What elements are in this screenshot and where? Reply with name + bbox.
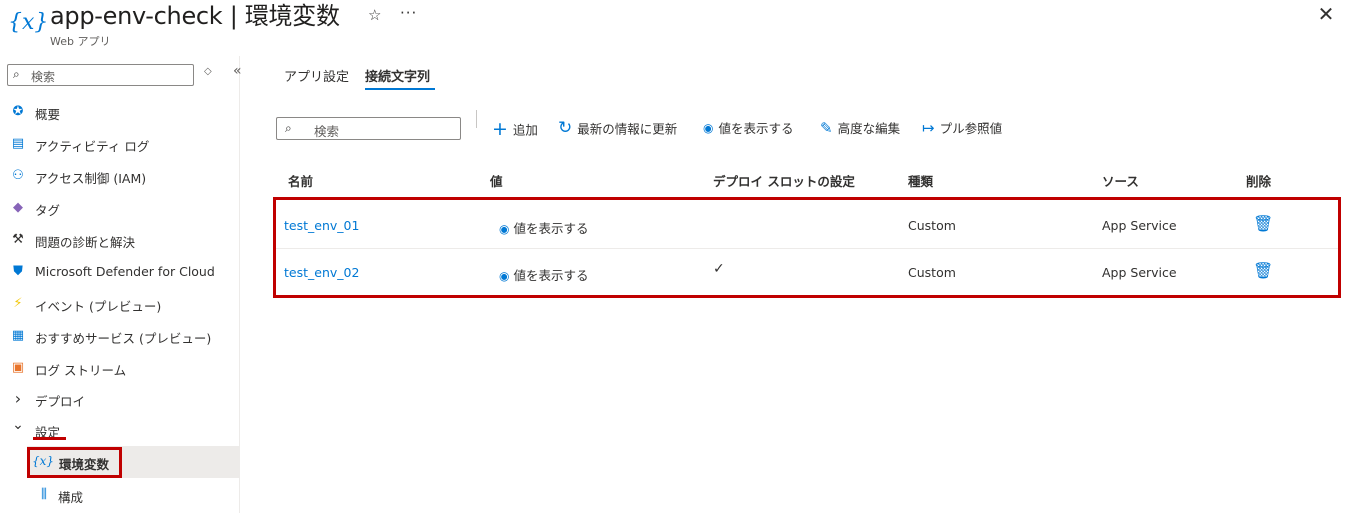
wrench-icon: ⚒ <box>12 231 24 247</box>
sidebar-item-deploy[interactable]: › デプロイ <box>0 383 240 415</box>
sidebar-search-input[interactable]: ⌕ 検索 <box>7 64 194 86</box>
sidebar-item-recommended-services[interactable]: ▦ おすすめサービス (プレビュー) <box>0 320 240 352</box>
sidebar-item-label: 問題の診断と解決 <box>35 235 136 250</box>
sort-icon[interactable]: ◇ <box>204 66 212 77</box>
pull-arrow-icon: ↦ <box>922 118 935 137</box>
sidebar-search-placeholder: 検索 <box>31 70 56 84</box>
add-button[interactable]: + 追加 <box>492 118 538 140</box>
favorite-star-icon[interactable]: ☆ <box>368 6 381 24</box>
plus-icon: + <box>492 118 508 140</box>
pull-references-button[interactable]: ↦ プル参照値 <box>922 118 1002 140</box>
tab-connection-strings[interactable]: 接続文字列 <box>365 66 430 85</box>
variable-icon: {x} <box>8 10 49 35</box>
sidebar-item-label: アクセス制御 (IAM) <box>35 171 147 186</box>
column-header-delete: 削除 <box>1246 174 1272 189</box>
pencil-icon: ✎ <box>820 118 833 137</box>
globe-icon: ✪ <box>12 103 24 119</box>
refresh-button-label: 最新の情報に更新 <box>577 121 678 137</box>
log-icon: ▤ <box>11 135 25 151</box>
sidebar-item-label: アクティビティ ログ <box>35 139 150 154</box>
sidebar-item-activity-log[interactable]: ▤ アクティビティ ログ <box>0 128 240 160</box>
advanced-edit-button-label: 高度な編集 <box>837 121 901 136</box>
sidebar-item-settings[interactable]: ⌄ 設定 <box>0 414 240 446</box>
sidebar-item-label: タグ <box>35 203 61 218</box>
sidebar-item-label: 構成 <box>58 490 84 505</box>
collapse-sidebar-icon[interactable]: « <box>233 63 242 79</box>
sidebar-item-overview[interactable]: ✪ 概要 <box>0 96 240 128</box>
sidebar-item-label: イベント (プレビュー) <box>35 299 162 314</box>
sidebar: ⌕ 検索 ◇ « ✪ 概要 ▤ アクティビティ ログ ⚇ アクセス制御 (IAM… <box>0 56 242 513</box>
toolbar-divider <box>476 110 477 128</box>
pull-references-button-label: プル参照値 <box>939 121 1003 136</box>
page-subtitle: Web アプリ <box>50 35 111 48</box>
search-input[interactable]: ⌕ 検索 <box>276 117 461 140</box>
close-icon[interactable]: ✕ <box>1316 4 1336 24</box>
search-icon: ⌕ <box>13 67 20 81</box>
lightning-icon: ⚡ <box>13 295 23 311</box>
shield-icon: ⛊ <box>13 263 23 279</box>
chevron-right-icon: › <box>14 388 22 408</box>
sidebar-item-label: デプロイ <box>35 394 86 409</box>
sliders-icon: ⫼ <box>41 486 47 502</box>
tag-icon: ◆ <box>13 199 23 215</box>
rows-highlight-box <box>273 197 1341 298</box>
environment-variables-highlight-box <box>27 447 122 478</box>
settings-highlight-underline <box>33 437 66 440</box>
add-button-label: 追加 <box>512 122 538 138</box>
grid-icon: ▦ <box>11 327 25 343</box>
show-values-button[interactable]: ◉ 値を表示する <box>703 118 794 140</box>
refresh-icon: ↻ <box>558 118 573 138</box>
column-header-type[interactable]: 種類 <box>908 171 933 190</box>
sidebar-item-events[interactable]: ⚡ イベント (プレビュー) <box>0 288 240 320</box>
column-header-slot-setting[interactable]: デプロイ スロットの設定 <box>713 171 855 190</box>
sidebar-item-label: ログ ストリーム <box>35 363 127 378</box>
active-tab-indicator <box>365 88 435 90</box>
sidebar-item-iam[interactable]: ⚇ アクセス制御 (IAM) <box>0 160 240 192</box>
advanced-edit-button[interactable]: ✎ 高度な編集 <box>820 118 900 140</box>
search-icon: ⌕ <box>285 121 292 135</box>
page-title: app-env-check | 環境変数 <box>50 2 340 30</box>
sidebar-item-tags[interactable]: ◆ タグ <box>0 192 240 224</box>
eye-icon: ◉ <box>703 120 714 135</box>
column-header-name[interactable]: 名前 <box>288 171 313 190</box>
tab-app-settings[interactable]: アプリ設定 <box>284 66 349 85</box>
search-placeholder: 検索 <box>314 124 340 139</box>
chevron-down-icon: ⌄ <box>12 417 24 433</box>
show-values-button-label: 値を表示する <box>718 121 794 136</box>
refresh-button[interactable]: ↻ 最新の情報に更新 <box>558 118 677 140</box>
sidebar-item-label: おすすめサービス (プレビュー) <box>35 331 212 346</box>
sidebar-item-label: Microsoft Defender for Cloud <box>35 264 215 279</box>
people-icon: ⚇ <box>12 167 24 183</box>
sidebar-item-label: 概要 <box>35 107 61 122</box>
column-header-value[interactable]: 値 <box>490 171 503 190</box>
stream-icon: ▣ <box>11 359 25 375</box>
column-header-source[interactable]: ソース <box>1102 171 1139 190</box>
page-header: {x} app-env-check | 環境変数 Web アプリ ☆ ··· ✕ <box>0 0 1348 56</box>
sidebar-item-defender[interactable]: ⛊ Microsoft Defender for Cloud <box>0 256 240 288</box>
sidebar-item-diagnose[interactable]: ⚒ 問題の診断と解決 <box>0 224 240 256</box>
more-options-icon[interactable]: ··· <box>400 4 417 22</box>
sidebar-item-configuration[interactable]: ⫼ 構成 <box>0 479 240 511</box>
sidebar-item-log-stream[interactable]: ▣ ログ ストリーム <box>0 352 240 384</box>
